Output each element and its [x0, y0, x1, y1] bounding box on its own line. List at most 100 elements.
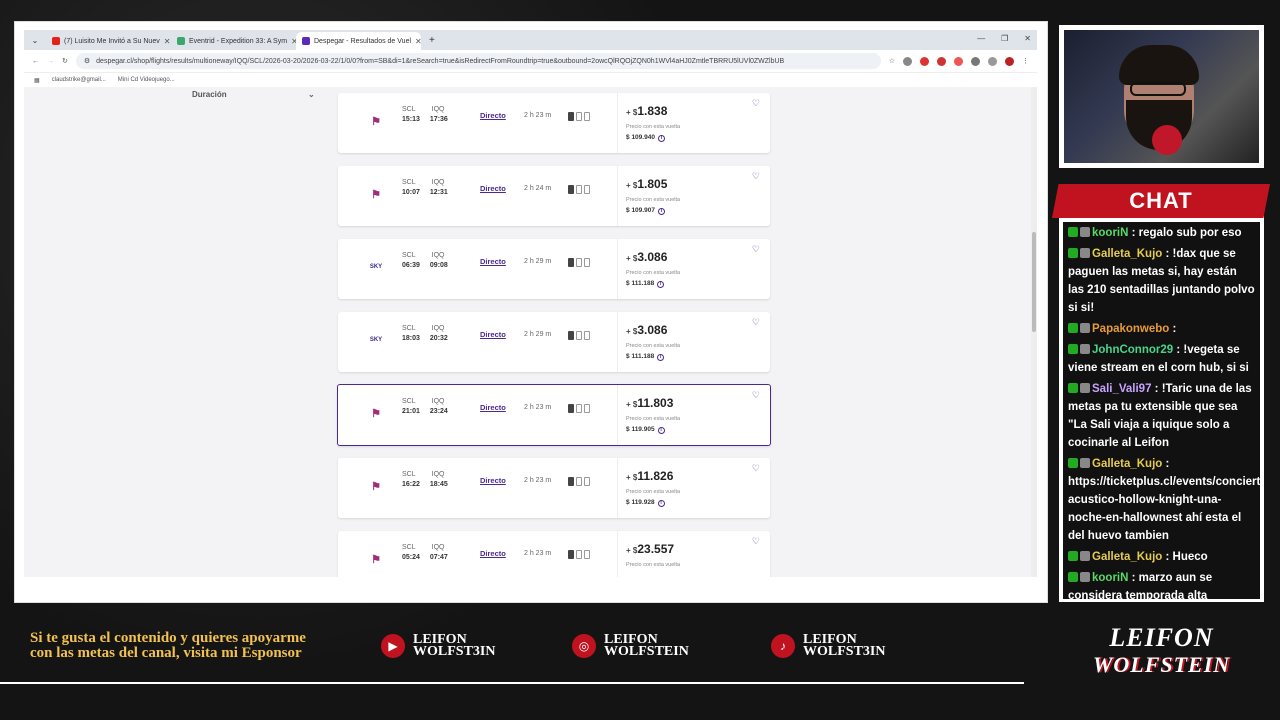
flight-card[interactable]: ⚑ SCL IQQ 05:24 07:47 Directo 2 h 23 m + $…	[338, 531, 770, 577]
filter-duration[interactable]: Duración ⌄	[192, 90, 315, 99]
chat-username[interactable]: Galleta_Kujo	[1092, 248, 1162, 260]
menu-icon[interactable]: ⋮	[1022, 57, 1029, 65]
browser-tab[interactable]: (7) Luisito Me Invitó a Su Nuev ✕	[46, 32, 171, 50]
origin-airport: SCL	[402, 471, 416, 478]
baggage-icons[interactable]	[568, 331, 590, 340]
checked-bag-icon	[584, 331, 590, 340]
favorite-heart-icon[interactable]: ♡	[752, 98, 760, 109]
carry-on-icon	[576, 550, 582, 559]
webcam-feed	[1064, 30, 1259, 163]
scrollbar-thumb[interactable]	[1032, 232, 1036, 332]
bookmarks-bar: ▦ claudstrike@gmail... Mini Cd Videojueg…	[24, 73, 1037, 87]
extension-icon[interactable]	[920, 56, 929, 66]
price: + $3.086	[626, 250, 667, 264]
favorite-heart-icon[interactable]: ♡	[752, 536, 760, 547]
info-icon[interactable]: i	[657, 500, 665, 507]
flight-card[interactable]: ⚑ SCL IQQ 10:07 12:31 Directo 2 h 24 m + $…	[338, 166, 770, 226]
microphone	[1152, 125, 1182, 155]
back-icon[interactable]: ←	[32, 58, 39, 65]
gmail-extension-icon[interactable]	[954, 56, 963, 66]
extension-icon[interactable]	[903, 56, 912, 66]
latam-airline-logo: ⚑	[371, 189, 381, 201]
direct-link[interactable]: Directo	[480, 403, 506, 412]
favorite-heart-icon[interactable]: ♡	[752, 244, 760, 255]
favorite-heart-icon[interactable]: ♡	[752, 317, 760, 328]
baggage-icons[interactable]	[568, 258, 590, 267]
page-scrollbar[interactable]	[1031, 87, 1037, 577]
reload-icon[interactable]: ↻	[62, 57, 68, 65]
minimize-icon[interactable]: —	[977, 34, 985, 43]
baggage-icons[interactable]	[568, 185, 590, 194]
extension-icon[interactable]	[988, 56, 997, 66]
info-icon[interactable]: i	[657, 208, 665, 215]
favorite-heart-icon[interactable]: ♡	[752, 463, 760, 474]
favorite-heart-icon[interactable]: ♡	[752, 171, 760, 182]
chat-username[interactable]: kooriN	[1092, 227, 1128, 239]
flight-card[interactable]: SKY SCL IQQ 18:03 20:32 Directo 2 h 29 m +…	[338, 312, 770, 372]
price-note: Precio con esta vuelta	[626, 489, 681, 495]
origin-airport: SCL	[402, 544, 416, 551]
total-price: $ 109.940 i	[626, 134, 665, 142]
price-value: 23.557	[637, 542, 675, 556]
chat-username[interactable]: Galleta_Kujo	[1092, 551, 1162, 563]
chat-username[interactable]: kooriN	[1092, 572, 1128, 584]
chat-text: :	[1172, 323, 1177, 335]
info-icon[interactable]: i	[657, 354, 665, 361]
flight-card[interactable]: ⚑ SCL IQQ 21:01 23:24 Directo 2 h 23 m + $…	[337, 384, 771, 446]
bookmark-mini-cd[interactable]: Mini Cd Videojuego...	[118, 77, 175, 83]
browser-tab[interactable]: Despegar - Resultados de Vuel ✕	[296, 32, 421, 50]
price-value: 11.826	[637, 469, 674, 483]
chat-message: Papakonwebo :	[1068, 320, 1255, 338]
chat-username[interactable]: Galleta_Kujo	[1092, 458, 1162, 470]
window-controls: — ❐ ✕	[977, 34, 1031, 43]
close-tab-icon[interactable]: ✕	[164, 37, 171, 46]
bookmark-gmail[interactable]: claudstrike@gmail...	[52, 77, 106, 83]
instagram-icon: ◎	[572, 634, 596, 658]
baggage-icons[interactable]	[568, 112, 590, 121]
apps-icon[interactable]: ▦	[34, 77, 40, 84]
flight-duration: 2 h 23 m	[524, 550, 552, 557]
direct-link[interactable]: Directo	[480, 111, 506, 120]
forward-icon[interactable]: →	[47, 58, 54, 65]
direct-link[interactable]: Directo	[480, 257, 506, 266]
chat-username[interactable]: Sali_Vali97	[1092, 383, 1151, 395]
subscriber-badge-icon	[1068, 344, 1078, 354]
chat-username[interactable]: Papakonwebo	[1092, 323, 1169, 335]
carry-on-icon	[576, 331, 582, 340]
favorite-heart-icon[interactable]: ♡	[752, 390, 760, 401]
info-icon[interactable]: i	[657, 135, 665, 142]
card-divider	[617, 93, 618, 153]
baggage-icons[interactable]	[568, 477, 590, 486]
direct-link[interactable]: Directo	[480, 549, 506, 558]
url-bar[interactable]: ⚙ despegar.cl/shop/flights/results/multi…	[75, 53, 881, 69]
new-tab-button[interactable]: +	[421, 35, 443, 46]
streamer-glasses	[1130, 82, 1186, 96]
tab-bar: ⌄ (7) Luisito Me Invitó a Su Nuev ✕ Eventr…	[24, 30, 1037, 50]
tab-list-icon[interactable]: ⌄	[24, 36, 46, 45]
chat-username[interactable]: JohnConnor29	[1092, 344, 1173, 356]
url-text: despegar.cl/shop/flights/results/multion…	[96, 57, 785, 65]
profile-avatar[interactable]	[1005, 56, 1014, 66]
baggage-icons[interactable]	[568, 550, 590, 559]
flight-card[interactable]: ⚑ SCL IQQ 15:13 17:36 Directo 2 h 23 m + $…	[338, 93, 770, 153]
bookmark-star-icon[interactable]: ☆	[889, 57, 895, 65]
price-prefix: + $	[626, 327, 638, 336]
close-window-icon[interactable]: ✕	[1024, 34, 1031, 43]
puzzle-icon[interactable]	[971, 56, 980, 66]
info-icon[interactable]: i	[657, 427, 665, 434]
info-icon[interactable]: i	[657, 281, 665, 288]
baggage-icons[interactable]	[568, 404, 590, 413]
browser-tab[interactable]: Eventrid - Expedition 33: A Sym ✕	[171, 32, 296, 50]
direct-link[interactable]: Directo	[480, 330, 506, 339]
extension-icon[interactable]	[937, 56, 946, 66]
checked-bag-icon	[584, 185, 590, 194]
direct-link[interactable]: Directo	[480, 476, 506, 485]
direct-link[interactable]: Directo	[480, 184, 506, 193]
price-note: Precio con esta vuelta	[626, 416, 681, 422]
restore-icon[interactable]: ❐	[1001, 34, 1008, 43]
personal-bag-icon	[568, 550, 574, 559]
flight-card[interactable]: SKY SCL IQQ 06:39 09:08 Directo 2 h 29 m +…	[338, 239, 770, 299]
latam-airline-logo: ⚑	[371, 408, 381, 420]
site-info-icon[interactable]: ⚙	[84, 57, 90, 65]
flight-card[interactable]: ⚑ SCL IQQ 16:22 18:45 Directo 2 h 23 m + $…	[338, 458, 770, 518]
